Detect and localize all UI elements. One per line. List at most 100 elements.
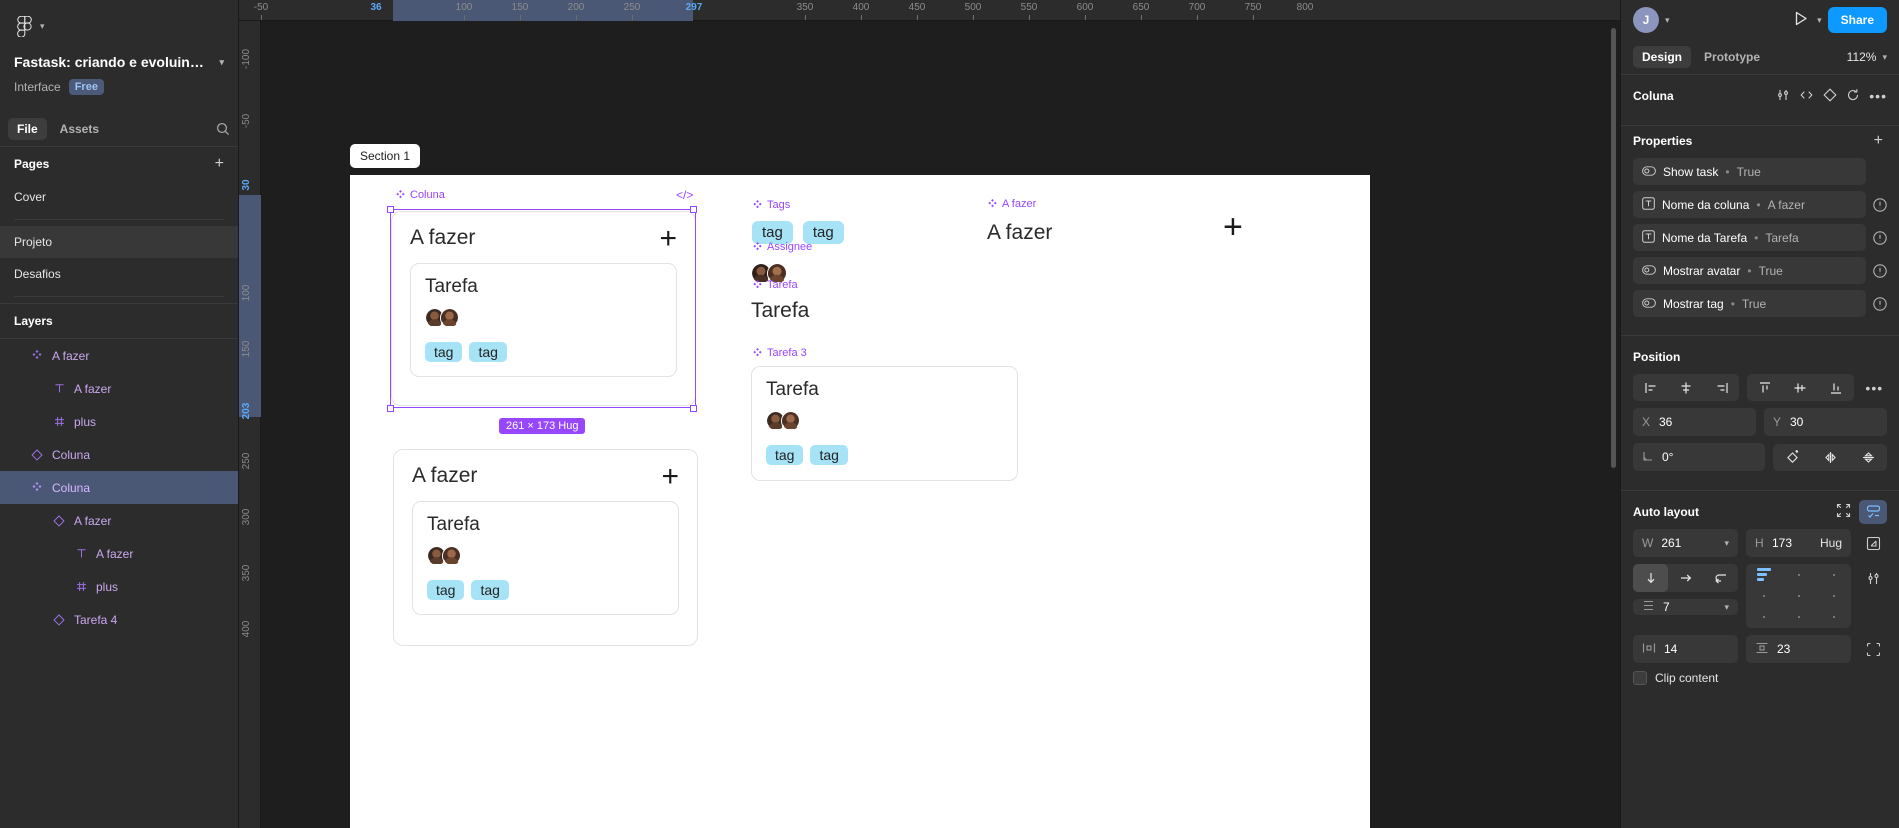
present-play-icon[interactable] [1791, 8, 1811, 32]
tag[interactable]: tag [810, 445, 848, 465]
figma-menu-row[interactable]: ▾ [14, 10, 224, 42]
canvas[interactable]: -50 36 100 150 200 250 297 350 400 450 5… [239, 0, 1620, 828]
tag[interactable]: tag [766, 445, 804, 465]
property-warning-icon[interactable] [1873, 263, 1887, 278]
component-label-assignee[interactable]: Assignee [752, 241, 812, 253]
page-item-cover[interactable]: Cover [0, 181, 238, 213]
component-label-tarefa[interactable]: Tarefa [752, 279, 798, 291]
resize-handle-top-right[interactable] [690, 206, 697, 213]
layer-row[interactable]: Coluna [0, 438, 238, 471]
layer-row[interactable]: Tarefa 4 [0, 603, 238, 636]
alignment-dot[interactable] [1797, 573, 1800, 576]
resize-handle-bottom-right[interactable] [690, 405, 697, 412]
present-options-chevron-down-icon[interactable]: ▾ [1817, 15, 1822, 26]
layer-row[interactable]: A fazer [0, 372, 238, 405]
chevron-down-icon[interactable]: ▾ [40, 21, 45, 32]
property-row[interactable]: Show task • True [1633, 158, 1887, 185]
width-input[interactable]: W 261 ▾ [1633, 529, 1738, 557]
property-chip-nome-da-coluna[interactable]: Nome da coluna • A fazer [1633, 191, 1866, 218]
align-right-icon[interactable] [1704, 374, 1739, 401]
file-menu-chevron-down-icon[interactable]: ▾ [219, 57, 224, 68]
chevron-down-icon[interactable]: ▾ [1724, 538, 1729, 549]
alignment-dot[interactable] [1832, 573, 1835, 576]
add-task-button[interactable]: + [661, 461, 679, 491]
align-middle-vertical-icon[interactable] [1783, 374, 1818, 401]
property-warning-icon[interactable] [1873, 296, 1887, 311]
autolayout-advanced-settings-icon[interactable] [1859, 564, 1887, 592]
alignment-dot[interactable] [1832, 616, 1835, 619]
individual-padding-icon[interactable] [1859, 635, 1887, 663]
task-card[interactable]: Tarefa tag tag [412, 501, 679, 615]
clip-content-checkbox[interactable] [1633, 671, 1647, 685]
alignment-top-left-active[interactable] [1756, 568, 1771, 582]
tab-assets[interactable]: Assets [51, 118, 108, 140]
more-options-icon[interactable]: ••• [1869, 88, 1887, 104]
property-chip-nome-da-tarefa[interactable]: Nome da Tarefa • Tarefa [1633, 224, 1866, 251]
layer-row[interactable]: A fazer [0, 537, 238, 570]
component-diamond-icon[interactable] [1823, 87, 1837, 105]
collapse-autolayout-icon[interactable] [1836, 503, 1851, 521]
layer-row[interactable]: A fazer [0, 504, 238, 537]
autolayout-alignment-grid[interactable] [1746, 564, 1851, 628]
rotation-input[interactable]: 0° [1633, 443, 1765, 471]
tab-file[interactable]: File [8, 117, 47, 140]
alignment-dot[interactable] [1762, 616, 1765, 619]
alignment-dot[interactable] [1797, 616, 1800, 619]
tag[interactable]: tag [427, 580, 465, 600]
code-icon[interactable]: </> [676, 188, 693, 202]
vertical-padding-input[interactable]: 23 [1746, 635, 1851, 663]
add-property-button[interactable]: + [1870, 131, 1887, 151]
column-card-2[interactable]: A fazer + Tarefa tag tag [393, 449, 698, 646]
align-center-horizontal-icon[interactable] [1668, 374, 1703, 401]
component-label-a-fazer[interactable]: A fazer [987, 198, 1036, 210]
resize-handle-bottom-left[interactable] [387, 405, 394, 412]
direction-wrap-icon[interactable] [1703, 564, 1738, 592]
page-item-desafios[interactable]: Desafios [0, 258, 238, 290]
horizontal-ruler[interactable]: -50 36 100 150 200 250 297 350 400 450 5… [239, 0, 1620, 21]
y-position-input[interactable]: Y 30 [1764, 408, 1887, 436]
property-row[interactable]: Mostrar avatar • True [1633, 257, 1887, 284]
align-bottom-icon[interactable] [1818, 374, 1853, 401]
h-mode[interactable]: Hug [1820, 536, 1842, 550]
x-position-input[interactable]: X 36 [1633, 408, 1756, 436]
property-warning-icon[interactable] [1873, 230, 1887, 245]
rotate-icon[interactable] [1773, 444, 1811, 471]
alignment-dot[interactable] [1762, 594, 1765, 597]
property-warning-icon[interactable] [1873, 197, 1887, 212]
reset-instance-icon[interactable] [1846, 88, 1860, 105]
tab-prototype[interactable]: Prototype [1695, 46, 1769, 68]
user-avatar[interactable]: J [1633, 7, 1659, 33]
code-icon[interactable] [1799, 88, 1814, 105]
layer-row-selected[interactable]: Coluna [0, 471, 238, 504]
align-left-icon[interactable] [1633, 374, 1668, 401]
direction-vertical-icon[interactable] [1633, 564, 1668, 592]
component-label-tarefa-3[interactable]: Tarefa 3 [752, 347, 807, 359]
component-label-tags[interactable]: Tags [752, 199, 790, 211]
horizontal-padding-input[interactable]: 14 [1633, 635, 1738, 663]
direction-horizontal-icon[interactable] [1668, 564, 1703, 592]
add-page-button[interactable]: + [211, 154, 228, 174]
gap-input[interactable]: 7 ▾ [1633, 599, 1738, 615]
property-row[interactable]: Nome da coluna • A fazer [1633, 191, 1887, 218]
autolayout-enabled-toggle[interactable] [1859, 500, 1887, 524]
alignment-dot[interactable] [1832, 594, 1835, 597]
page-item-projeto[interactable]: Projeto [0, 226, 238, 258]
zoom-control[interactable]: 112% ▾ [1847, 50, 1887, 64]
align-top-icon[interactable] [1747, 374, 1782, 401]
canvas-scrollbar-vertical[interactable] [1611, 28, 1616, 468]
chevron-down-icon[interactable]: ▾ [1724, 602, 1729, 613]
loose-plus-icon[interactable]: + [1223, 210, 1243, 244]
alignment-dot[interactable] [1797, 594, 1800, 597]
property-chip-show-task[interactable]: Show task • True [1633, 158, 1866, 185]
plan-badge[interactable]: Free [68, 79, 104, 95]
loose-text-tarefa[interactable]: Tarefa [751, 299, 809, 323]
resize-handle-top-left[interactable] [387, 206, 394, 213]
variables-icon[interactable] [1776, 88, 1790, 105]
clip-content-row[interactable]: Clip content [1633, 671, 1887, 685]
property-chip-mostrar-avatar[interactable]: Mostrar avatar • True [1633, 257, 1866, 284]
tab-design[interactable]: Design [1633, 46, 1692, 68]
layer-row[interactable]: A fazer [0, 339, 238, 372]
align-more-options-icon[interactable]: ••• [1862, 374, 1887, 401]
tag[interactable]: tag [471, 580, 509, 600]
proportion-lock-icon[interactable] [1859, 529, 1887, 557]
